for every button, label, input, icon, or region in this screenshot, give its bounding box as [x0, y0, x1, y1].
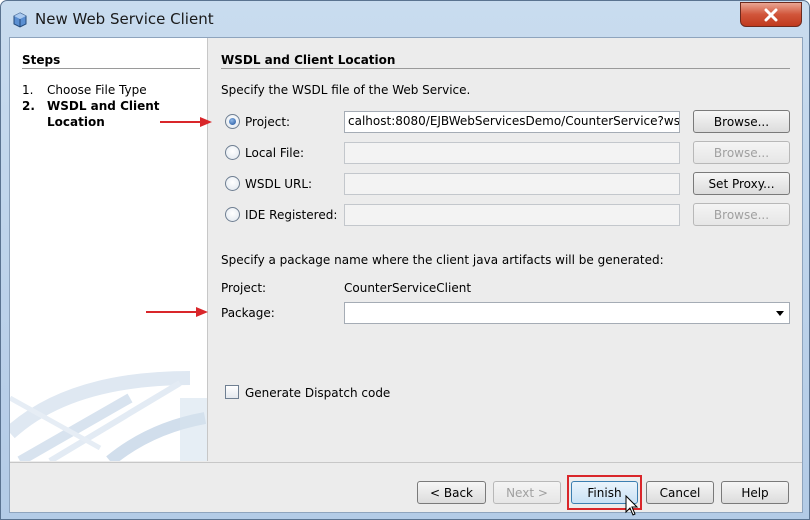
local-file-browse-button[interactable]: Browse...: [693, 141, 790, 164]
project-label: Project:: [221, 281, 267, 295]
footer-divider: [10, 462, 802, 463]
ide-registered-browse-button[interactable]: Browse...: [693, 203, 790, 226]
mouse-pointer-icon: [625, 494, 639, 516]
wizard-watermark-graphic: [10, 371, 207, 461]
step-number: 1.: [22, 83, 34, 97]
package-prompt: Specify a package name where the client …: [221, 253, 664, 267]
close-button[interactable]: [740, 2, 802, 27]
wizard-content: WSDL and Client Location Specify the WSD…: [221, 38, 803, 461]
radio-project-label[interactable]: Project:: [245, 115, 290, 129]
help-button[interactable]: Help: [721, 481, 789, 504]
radio-ide-registered-label[interactable]: IDE Registered:: [245, 208, 337, 222]
radio-ide-registered[interactable]: [225, 207, 240, 222]
radio-local-file[interactable]: [225, 145, 240, 160]
panel-title: WSDL and Client Location: [221, 53, 396, 67]
steps-pane: Steps 1. Choose File Type 2. WSDL and Cl…: [10, 38, 208, 461]
radio-local-file-label[interactable]: Local File:: [245, 146, 304, 160]
cancel-button[interactable]: Cancel: [646, 481, 714, 504]
netbeans-cube-icon: [13, 12, 27, 28]
back-button[interactable]: < Back: [417, 481, 486, 504]
title-bar[interactable]: New Web Service Client: [1, 1, 809, 37]
step-label: Choose File Type: [47, 83, 147, 97]
radio-wsdl-url-label[interactable]: WSDL URL:: [245, 177, 312, 191]
project-wsdl-field[interactable]: calhost:8080/EJBWebServicesDemo/CounterS…: [344, 111, 680, 133]
ide-registered-field[interactable]: [344, 204, 680, 226]
generate-dispatch-label[interactable]: Generate Dispatch code: [245, 386, 390, 400]
next-button[interactable]: Next >: [493, 481, 561, 504]
steps-divider: [22, 68, 200, 69]
wsdl-url-field[interactable]: [344, 173, 680, 195]
radio-wsdl-url[interactable]: [225, 176, 240, 191]
generate-dispatch-checkbox[interactable]: [225, 385, 239, 399]
step-label: WSDL and Client Location: [47, 99, 160, 129]
package-combobox[interactable]: [344, 302, 790, 324]
annotation-arrow-icon: [146, 307, 208, 317]
window-title: New Web Service Client: [35, 10, 214, 28]
close-x-icon: [764, 8, 778, 21]
chevron-down-icon[interactable]: [776, 311, 784, 316]
package-label: Package:: [221, 306, 275, 320]
dialog-body: Steps 1. Choose File Type 2. WSDL and Cl…: [9, 37, 803, 516]
panel-divider: [221, 68, 790, 69]
dialog-window: New Web Service Client Steps 1. Choose F…: [0, 0, 810, 520]
steps-heading: Steps: [22, 53, 61, 67]
project-browse-button[interactable]: Browse...: [693, 110, 790, 133]
wsdl-prompt: Specify the WSDL file of the Web Service…: [221, 83, 471, 97]
annotation-arrow-icon: [160, 117, 212, 127]
project-value: CounterServiceClient: [344, 281, 472, 295]
local-file-field[interactable]: [344, 142, 680, 164]
set-proxy-button[interactable]: Set Proxy...: [693, 172, 790, 195]
radio-project[interactable]: [225, 114, 240, 129]
step-number: 2.: [22, 99, 35, 113]
